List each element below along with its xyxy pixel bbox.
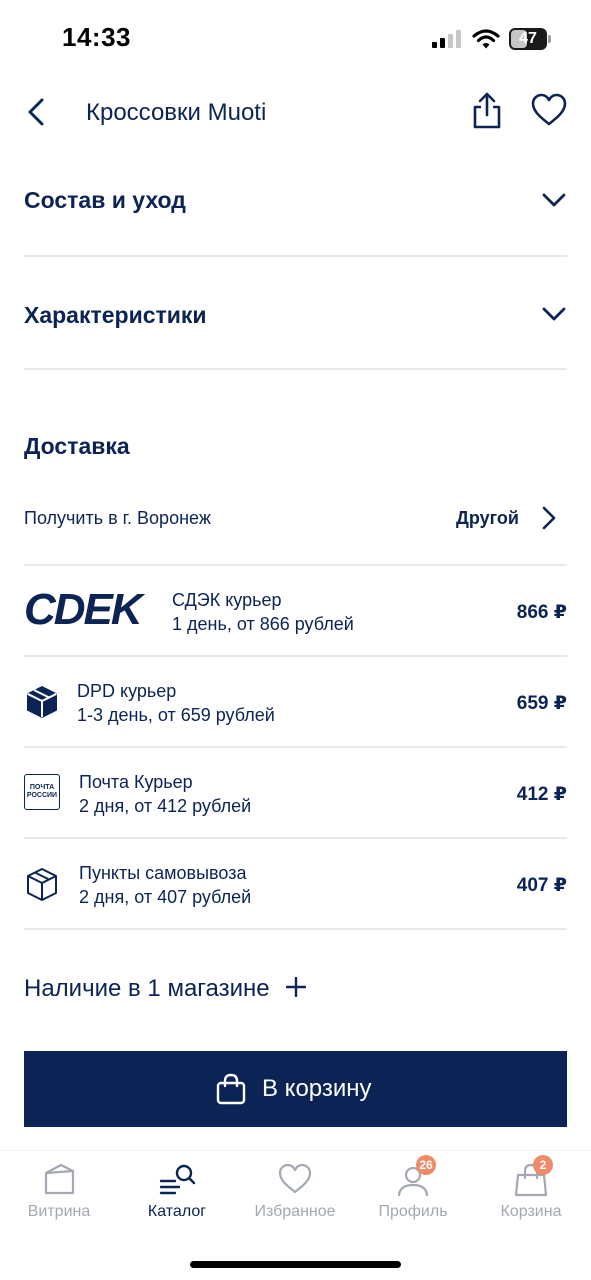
chevron-right-icon	[542, 506, 556, 530]
tab-catalog[interactable]: Каталог	[118, 1151, 236, 1231]
tab-label: Корзина	[500, 1203, 562, 1220]
status-time: 14:33	[62, 22, 131, 52]
add-to-cart-label: В корзину	[262, 1075, 372, 1102]
delivery-description: 2 дня, от 407 рублей	[79, 887, 252, 907]
change-city-link[interactable]: Другой	[456, 508, 519, 529]
shopping-bag-icon	[216, 1073, 246, 1105]
battery-icon: 47	[509, 28, 551, 50]
tab-label: Каталог	[147, 1203, 207, 1220]
tab-label: Витрина	[27, 1203, 91, 1220]
delivery-description: 1-3 день, от 659 рублей	[77, 705, 275, 725]
delivery-name: Пункты самовывоза	[79, 863, 247, 883]
delivery-name: Почта Курьер	[79, 772, 193, 792]
signal-icon	[432, 30, 461, 48]
cdek-logo: CDEK	[24, 590, 148, 630]
availability-text: Наличие в 1 магазине	[24, 975, 270, 1002]
delivery-price: 659 ₽	[516, 693, 567, 714]
accordion-composition[interactable]: Состав и уход	[24, 144, 567, 257]
delivery-option-dpd[interactable]: DPD курьер 1-3 день, от 659 рублей 659 ₽	[24, 657, 567, 748]
delivery-price: 407 ₽	[516, 875, 567, 896]
status-bar: 14:33 47	[0, 0, 591, 78]
delivery-description: 2 дня, от 412 рублей	[79, 796, 252, 816]
showcase-icon	[44, 1163, 75, 1195]
home-indicator	[190, 1261, 401, 1268]
header: Кроссовки Muoti	[0, 80, 591, 150]
tab-label: Профиль	[378, 1203, 448, 1220]
pochta-logo: ПОЧТА РОССИИ	[24, 774, 60, 810]
battery-level: 47	[519, 30, 537, 47]
accordion-characteristics[interactable]: Характеристики	[24, 257, 567, 370]
delivery-option-cdek[interactable]: CDEK СДЭК курьер 1 день, от 866 рублей 8…	[24, 566, 567, 657]
city-selector[interactable]: Получить в г. Воронеж Другой	[24, 488, 567, 566]
city-label: Получить в г. Воронеж	[24, 508, 211, 528]
svg-text:CDEK: CDEK	[24, 590, 146, 630]
delivery-price: 866 ₽	[516, 602, 567, 623]
delivery-name: DPD курьер	[77, 681, 177, 701]
chevron-down-icon	[542, 193, 566, 207]
tab-profile[interactable]: 26 Профиль	[354, 1151, 472, 1231]
heart-icon	[278, 1163, 312, 1194]
delivery-price: 412 ₽	[516, 784, 567, 805]
tab-showcase[interactable]: Витрина	[0, 1151, 118, 1231]
cart-badge: 2	[533, 1155, 553, 1175]
accordion-title: Состав и уход	[24, 187, 186, 213]
plus-icon[interactable]	[286, 977, 306, 997]
tab-favorites[interactable]: Избранное	[236, 1151, 354, 1231]
share-icon[interactable]	[470, 90, 504, 130]
wifi-icon	[472, 29, 500, 49]
store-availability[interactable]: Наличие в 1 магазине	[24, 964, 567, 1014]
accordion-title: Характеристики	[24, 302, 207, 328]
heart-icon[interactable]	[530, 92, 568, 128]
catalog-search-icon	[159, 1164, 196, 1195]
delivery-description: 1 день, от 866 рублей	[172, 614, 354, 634]
box-outline-icon	[27, 868, 57, 901]
add-to-cart-button[interactable]: В корзину	[24, 1051, 567, 1127]
page-title: Кроссовки Muoti	[86, 99, 267, 126]
back-arrow-icon[interactable]	[22, 94, 52, 130]
tab-cart[interactable]: 2 Корзина	[472, 1151, 590, 1231]
chevron-down-icon	[542, 307, 566, 321]
delivery-name: СДЭК курьер	[172, 590, 282, 610]
box-filled-icon	[27, 686, 57, 718]
delivery-option-pochta[interactable]: ПОЧТА РОССИИ Почта Курьер 2 дня, от 412 …	[24, 748, 567, 839]
profile-badge: 26	[416, 1155, 436, 1175]
delivery-option-pickup[interactable]: Пункты самовывоза 2 дня, от 407 рублей 4…	[24, 839, 567, 930]
delivery-title: Доставка	[24, 433, 130, 459]
tab-label: Избранное	[254, 1203, 336, 1220]
